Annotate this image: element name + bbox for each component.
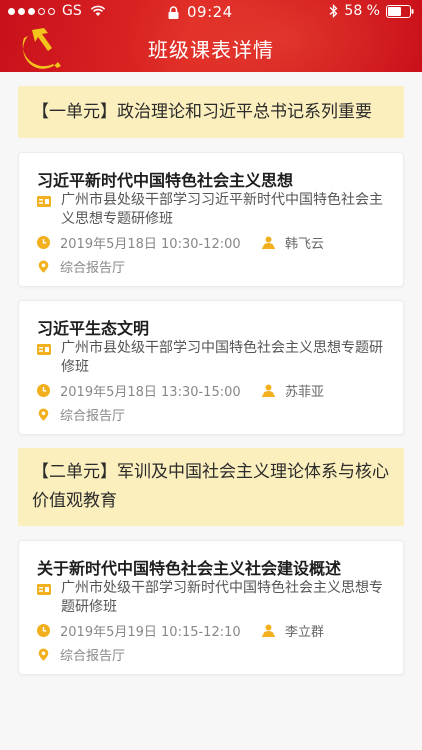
course-title: 习近平生态文明 [37,319,150,338]
location-pin-icon [38,408,49,421]
teacher-name: 李立群 [285,625,325,640]
course-card[interactable]: 习近平生态文明 广州市县处级干部学习中国特色社会主义思想专题研修班 2019年5… [18,300,404,435]
course-card[interactable]: 习近平新时代中国特色社会主义思想 广州市县处级干部学习习近平新时代中国特色社会主… [18,152,404,287]
course-datetime: 2019年5月18日 13:30-15:00 [60,385,241,400]
teacher-name: 韩飞云 [285,237,325,252]
course-location: 综合报告厅 [60,649,126,664]
carrier-name: GS [62,3,82,19]
clock-icon [37,384,50,397]
signal-strength-icon [8,7,55,15]
unit-banner-1: 【一单元】政治理论和习近平总书记系列重要 [18,86,404,138]
lock-icon [168,5,179,19]
location-pin-icon [38,648,49,661]
teacher-icon [262,384,275,397]
battery-percentage: 58 % [344,3,380,19]
location-pin-icon [38,260,49,273]
clock-icon [37,236,50,249]
course-location: 综合报告厅 [60,261,126,276]
status-time: 09:24 [187,3,233,21]
course-title: 习近平新时代中国特色社会主义思想 [37,171,294,190]
bluetooth-icon [329,4,338,18]
id-card-icon [37,196,51,207]
header-bar: GS 09:24 58 % 班级课表详情 [0,0,422,72]
teacher-icon [262,236,275,249]
course-title: 关于新时代中国特色社会主义社会建设概述 [37,559,342,578]
course-datetime: 2019年5月19日 10:15-12:10 [60,625,241,640]
status-bar: GS 09:24 58 % [0,0,422,24]
course-datetime: 2019年5月18日 10:30-12:00 [60,237,241,252]
id-card-icon [37,344,51,355]
course-card[interactable]: 关于新时代中国特色社会主义社会建设概述 广州市处级干部学习新时代中国特色社会主义… [18,540,404,675]
wifi-icon [90,5,105,16]
id-card-icon [37,584,51,595]
teacher-name: 苏菲亚 [285,385,325,400]
class-name: 广州市处级干部学习新时代中国特色社会主义思想专题研修班 [61,580,383,615]
clock-icon [37,624,50,637]
page-title: 班级课表详情 [148,38,274,62]
class-name: 广州市县处级干部学习习近平新时代中国特色社会主义思想专题研修班 [61,192,383,227]
class-name: 广州市县处级干部学习中国特色社会主义思想专题研修班 [61,340,383,375]
course-location: 综合报告厅 [60,409,126,424]
battery-icon [386,4,414,18]
unit-banner-2: 【二单元】军训及中国社会主义理论体系与核心价值观教育 [18,448,404,526]
teacher-icon [262,624,275,637]
